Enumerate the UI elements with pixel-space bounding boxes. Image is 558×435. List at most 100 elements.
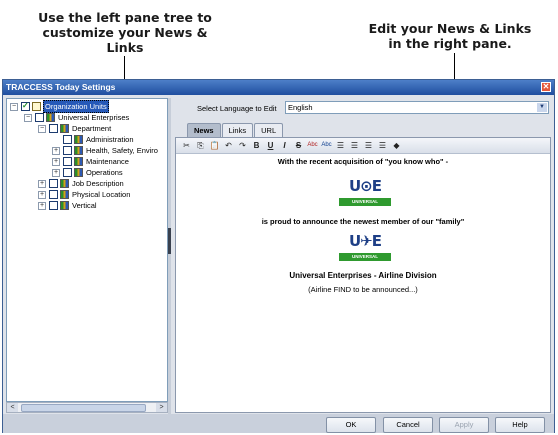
callout-right-pane: Edit your News & Links in the right pane… (368, 21, 532, 51)
logo-band: UNIVERSAL ENTERPRISES (339, 198, 391, 212)
editor-toolbar: ✂ ⎘ 📋 ↶ ↷ B U I S Abc Abc ☰ ☰ ☰ ☰ ◆ (176, 138, 550, 154)
italic-icon[interactable]: I (278, 139, 291, 152)
org-units-icon (32, 102, 41, 111)
settings-window: TRACCESS Today Settings ✕ − Organization… (2, 79, 555, 433)
ue-logo-icon: U⊙E (349, 176, 382, 195)
logo-band: UNIVERSAL ENTERPRISES (339, 253, 391, 267)
paste-icon[interactable]: 📋 (208, 139, 221, 152)
bullet-list-icon[interactable]: ☰ (376, 139, 389, 152)
window-title: TRACCESS Today Settings (6, 82, 116, 92)
callout-left-pane: Use the left pane tree to customize your… (38, 10, 212, 55)
org-unit-icon (74, 168, 83, 177)
dialog-footer: OK Cancel Apply Help (3, 414, 554, 433)
tree-item-label: Physical Location (72, 190, 131, 199)
collapse-icon[interactable]: − (24, 113, 32, 122)
tree-checkbox[interactable] (63, 168, 72, 177)
tree-item-label: Operations (86, 168, 123, 177)
close-icon[interactable]: ✕ (541, 82, 551, 92)
tree-checkbox[interactable] (21, 100, 30, 111)
tab-url[interactable]: URL (254, 123, 284, 137)
news-line-acquisition: With the recent acquisition of "you know… (277, 157, 449, 166)
highlight-icon[interactable]: ◆ (390, 139, 403, 152)
expand-icon[interactable]: + (38, 179, 46, 188)
org-unit-icon (74, 157, 83, 166)
scroll-left-icon[interactable]: < (7, 403, 18, 412)
tree-checkbox[interactable] (63, 157, 72, 166)
tree-item-job-description[interactable]: + Job Description (38, 178, 125, 189)
tree-item-label: Job Description (72, 179, 124, 188)
universal-enterprises-logo: U⊙E UNIVERSAL ENTERPRISES (339, 173, 391, 212)
help-button[interactable]: Help (495, 417, 545, 433)
tree-item-health-safety[interactable]: + Health, Safety, Enviro (52, 145, 159, 156)
org-unit-icon (60, 190, 69, 199)
tree-item-label: Vertical (72, 201, 97, 210)
undo-icon[interactable]: ↶ (222, 139, 235, 152)
ok-button[interactable]: OK (326, 417, 376, 433)
collapse-icon[interactable]: − (38, 124, 46, 133)
tree-item-label: Department (72, 124, 112, 133)
cut-icon[interactable]: ✂ (180, 139, 193, 152)
collapse-icon[interactable]: − (10, 102, 18, 111)
bold-icon[interactable]: B (250, 139, 263, 152)
expand-icon[interactable]: + (52, 157, 60, 166)
cancel-button[interactable]: Cancel (383, 417, 433, 433)
align-left-icon[interactable]: ☰ (334, 139, 347, 152)
org-unit-icon (74, 146, 83, 155)
redo-icon[interactable]: ↷ (236, 139, 249, 152)
align-center-icon[interactable]: ☰ (348, 139, 361, 152)
expand-icon[interactable]: + (38, 201, 46, 210)
editor-pane: Select Language to Edit English ▼ News L… (171, 98, 552, 414)
scroll-right-icon[interactable]: > (156, 403, 167, 412)
tree-checkbox[interactable] (49, 124, 58, 133)
tree-checkbox[interactable] (63, 135, 72, 144)
copy-icon[interactable]: ⎘ (194, 139, 207, 152)
chevron-down-icon[interactable]: ▼ (537, 103, 547, 112)
news-line-pending: (Airline FIND to be announced...) (308, 285, 418, 294)
rich-text-editor[interactable]: ✂ ⎘ 📋 ↶ ↷ B U I S Abc Abc ☰ ☰ ☰ ☰ ◆ With… (175, 137, 551, 413)
text-style-icon[interactable]: Abc (320, 139, 333, 152)
tree-checkbox[interactable] (49, 179, 58, 188)
org-unit-icon (74, 135, 83, 144)
tree-checkbox[interactable] (49, 201, 58, 210)
tree-item-physical-location[interactable]: + Physical Location (38, 189, 131, 200)
tree-item-operations[interactable]: + Operations (52, 167, 124, 178)
apply-button[interactable]: Apply (439, 417, 489, 433)
tree-checkbox[interactable] (49, 190, 58, 199)
airline-division-logo: U✈E UNIVERSAL ENTERPRISES (339, 228, 391, 267)
tree-item-label: Maintenance (86, 157, 129, 166)
org-unit-icon (60, 201, 69, 210)
tab-news[interactable]: News (187, 123, 221, 137)
tree-item-label: Administration (86, 135, 134, 144)
news-document[interactable]: With the recent acquisition of "you know… (176, 154, 550, 412)
tree-item-label: Universal Enterprises (58, 113, 130, 122)
tree-checkbox[interactable] (63, 146, 72, 155)
tree-item-vertical[interactable]: + Vertical (38, 200, 98, 211)
news-line-division: Universal Enterprises - Airline Division (289, 271, 437, 280)
tab-links[interactable]: Links (221, 123, 254, 137)
org-unit-icon (60, 124, 69, 133)
tree-item-organization-units[interactable]: − Organization Units (10, 100, 109, 113)
language-value: English (288, 103, 313, 112)
align-right-icon[interactable]: ☰ (362, 139, 375, 152)
org-unit-icon (46, 113, 55, 122)
language-label: Select Language to Edit (197, 104, 277, 113)
airplane-logo-icon: U✈E (349, 231, 382, 250)
expand-icon[interactable]: + (52, 146, 60, 155)
title-bar: TRACCESS Today Settings ✕ (3, 80, 554, 95)
tree-checkbox[interactable] (35, 113, 44, 122)
tree-item-department[interactable]: − Department (38, 123, 112, 134)
org-tree-pane[interactable]: − Organization Units − Universal Enterpr… (6, 98, 168, 402)
spellcheck-icon[interactable]: Abc (306, 139, 319, 152)
strikethrough-icon[interactable]: S (292, 139, 305, 152)
tree-item-maintenance[interactable]: + Maintenance (52, 156, 130, 167)
tree-horizontal-scrollbar[interactable]: < > (6, 402, 168, 413)
scrollbar-thumb[interactable] (21, 403, 146, 412)
tree-item-universal-enterprises[interactable]: − Universal Enterprises (24, 112, 130, 123)
expand-icon[interactable]: + (38, 190, 46, 199)
tree-item-administration[interactable]: Administration (63, 134, 135, 145)
editor-tabs: News Links URL (187, 123, 284, 137)
underline-icon[interactable]: U (264, 139, 277, 152)
expand-icon[interactable]: + (52, 168, 60, 177)
language-select[interactable]: English ▼ (285, 101, 549, 114)
tree-item-label: Health, Safety, Enviro (86, 146, 158, 155)
